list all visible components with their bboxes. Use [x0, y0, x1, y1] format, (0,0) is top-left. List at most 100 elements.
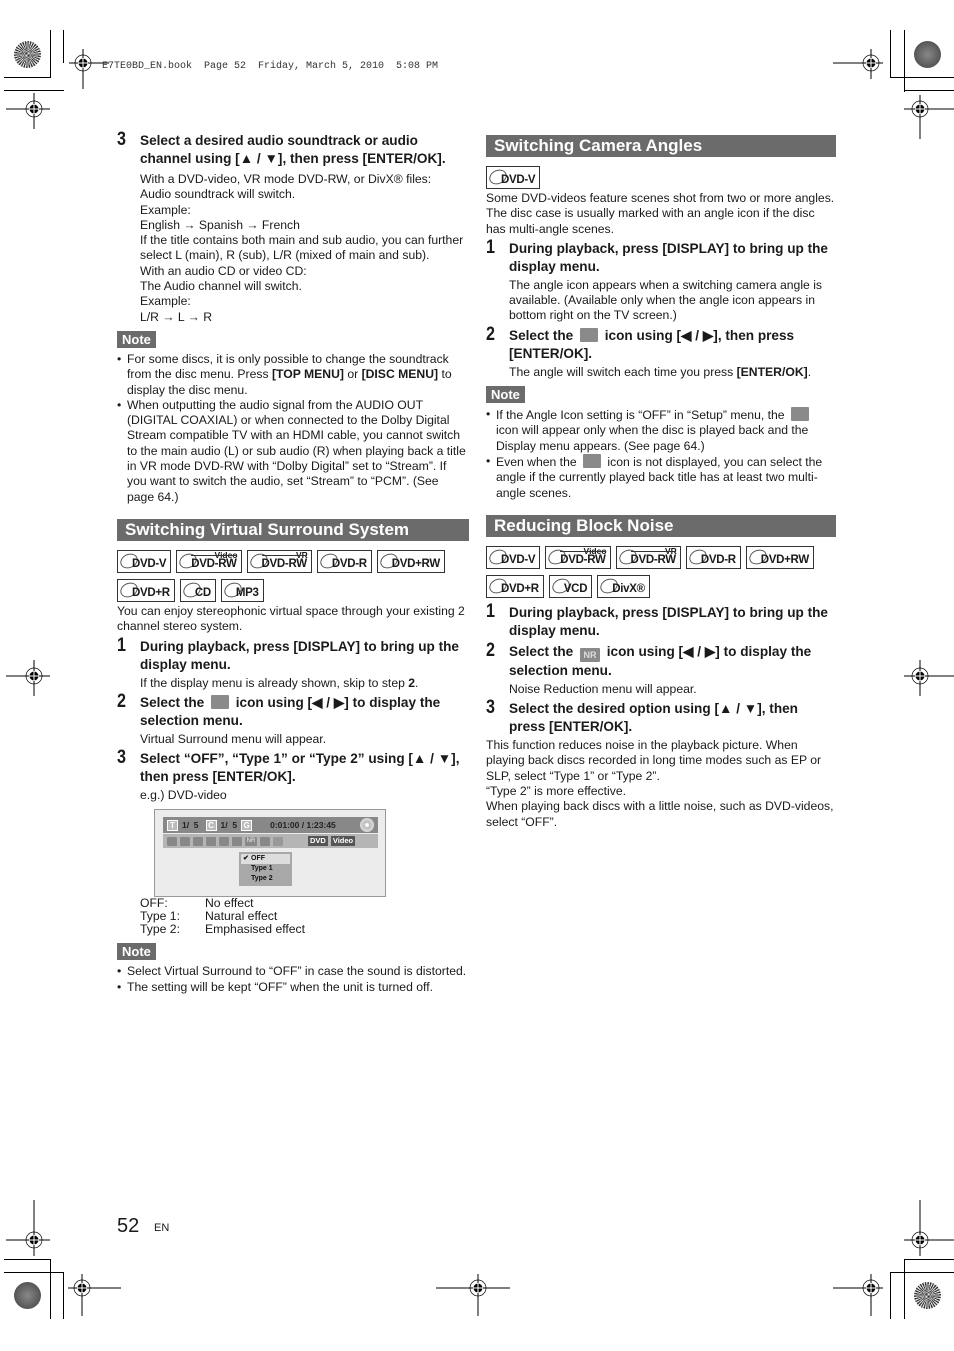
angles-intro: Some DVD-videos feature scenes shot from…: [486, 191, 835, 236]
title-counter: 1/ 5: [182, 820, 199, 831]
key-label: [TOP MENU]: [271, 367, 344, 382]
disc-badges: DVD-V Video DVD-RW VR DVD-RW DVD-R DVD+RW DVD+R…: [486, 545, 836, 598]
step-number: 3: [117, 129, 126, 150]
subtitle-icon: [193, 836, 203, 846]
disc-badge-dvd-r: DVD+R: [486, 574, 544, 598]
badge-label: DVD-R: [700, 553, 736, 566]
badge-label: DVD-V: [132, 557, 167, 570]
key-label: [DISC MENU]: [361, 367, 439, 382]
registration-mark-icon: [68, 1274, 121, 1316]
definition-row: OFF: No effect: [140, 897, 469, 910]
note-label: Note: [117, 330, 156, 348]
disc-badge-dvd-v: DVD-V: [486, 166, 541, 189]
step-number: 2: [117, 690, 126, 712]
search-icon: [167, 836, 177, 846]
badge-label: VCD: [563, 582, 588, 595]
step-number: 3: [486, 697, 495, 719]
angles-step-2: 2 Select the icon using [◀ / ▶], then pr…: [486, 323, 836, 380]
body-line: L/R → L → R: [140, 309, 213, 324]
disc-badge-dvd-r: DVD+R: [117, 578, 175, 602]
badge-label: DVD+RW: [760, 553, 809, 566]
disc-badge-dvd-rw-vr: VR DVD-RW: [615, 545, 681, 569]
zoom-icon: [260, 836, 270, 846]
step-number: 3: [117, 747, 126, 769]
disc-badge-dvd-rw: DVD+RW: [745, 545, 814, 569]
step-number: 2: [486, 323, 495, 345]
time-readout: 0:01:00 / 1:23:45: [270, 820, 336, 831]
registration-mark-icon: [904, 95, 954, 139]
disc-badge-dvd-v: DVD-V: [486, 545, 541, 569]
step-number: 2: [486, 639, 495, 661]
angle-icon: [790, 407, 809, 422]
step-title: Select “OFF”, “Type 1” or “Type 2” using…: [140, 751, 460, 785]
text: If the Angle Icon setting is “OFF” in “S…: [496, 408, 788, 423]
definition-row: Type 1: Natural effect: [140, 910, 469, 923]
option-label: OFF: [251, 855, 265, 863]
color-disc-mark: [14, 41, 41, 68]
text: Select the: [140, 694, 208, 710]
note-block: Note Select Virtual Surround to “OFF” in…: [117, 937, 469, 995]
noise-step-3: 3 Select the desired option using [▲ / ▼…: [486, 697, 836, 736]
virtual-surround-icon: [273, 836, 283, 846]
text: Select the: [509, 327, 577, 343]
angles-step-1: 1 During playback, press [DISPLAY] to br…: [486, 236, 836, 324]
disc-badge-dvd-rw-vr: VR DVD-RW: [246, 549, 312, 573]
step-body: If the display menu is already shown, sk…: [140, 676, 469, 691]
note-list: If the Angle Icon setting is “OFF” in “S…: [486, 407, 836, 501]
display-status-bar: T 1/ 5 C 1/ 5 G 0:01:00 / 1:23:45: [163, 817, 378, 834]
title-icon: T: [167, 819, 178, 831]
option-label: Type 2: [251, 875, 273, 883]
chapter-icon: C: [205, 819, 217, 831]
text: Even when the: [496, 454, 581, 469]
menu-option-type1[interactable]: Type 1: [241, 864, 290, 874]
surround-step-2: 2 Select the icon using [◀ / ▶] to displ…: [117, 690, 469, 747]
disc-icon: [360, 818, 374, 833]
disc-badge-divx: DivX®: [597, 574, 650, 598]
badge-label: DVD-RW: [630, 550, 676, 568]
menu-option-off[interactable]: ✔ OFF: [241, 854, 290, 865]
color-disc-mark: [914, 1282, 941, 1309]
definition-value: Emphasised effect: [205, 921, 306, 936]
dvd-tag: DVD: [308, 836, 328, 847]
noise-description: This function reduces noise in the playb…: [486, 738, 836, 830]
step-title: Select the desired option using [▲ / ▼],…: [509, 701, 798, 735]
disc-badge-dvd-v: DVD-V: [117, 549, 172, 573]
menu-option-type2[interactable]: Type 2: [241, 874, 290, 884]
page-language: EN: [154, 1222, 170, 1234]
text: icon will appear only when the disc is p…: [496, 423, 809, 453]
key-label: [ENTER/OK]: [736, 364, 808, 379]
step-title: During playback, press [DISPLAY] to brin…: [140, 638, 459, 672]
page-number: 52: [117, 1215, 140, 1237]
audio-icon: [180, 836, 190, 846]
display-menu-screenshot: T 1/ 5 C 1/ 5 G 0:01:00 / 1:23:45 NR DVD…: [154, 809, 386, 898]
step-body: Noise Reduction menu will appear.: [509, 681, 697, 696]
noise-reduction-icon: NR: [580, 647, 600, 662]
audio-step-3: 3 Select a desired audio soundtrack or a…: [117, 129, 469, 325]
registration-mark-icon: [6, 660, 50, 696]
note-label: Note: [486, 386, 525, 404]
registration-mark-icon: [6, 93, 50, 129]
paragraph: When playing back discs with a little no…: [486, 799, 834, 829]
note-item: Select Virtual Surround to “OFF” in case…: [117, 964, 469, 980]
section-title-camera-angles: Switching Camera Angles: [486, 135, 836, 157]
badge-label: DVD+R: [132, 586, 170, 599]
registration-mark-icon: [6, 1200, 50, 1256]
text: If the display menu is already shown, sk…: [140, 675, 409, 690]
angle-icon: [583, 453, 602, 468]
chapter-counter: 1/ 5: [220, 820, 238, 831]
surround-step-1: 1 During playback, press [DISPLAY] to br…: [117, 635, 469, 691]
text: .: [415, 675, 419, 690]
step-number: 1: [486, 600, 495, 622]
virtual-surround-icon: [211, 694, 229, 709]
body-line: Audio soundtrack will switch.: [140, 187, 296, 202]
step-title: Select the NR icon using [◀ / ▶] to disp…: [509, 643, 836, 680]
step-title: Select a desired audio soundtrack or aud…: [140, 133, 446, 166]
disc-badge-dvd-rw-video: Video DVD-RW: [545, 545, 611, 569]
step-number: 1: [486, 236, 495, 258]
note-block: Note If the Angle Icon setting is “OFF” …: [486, 380, 836, 501]
time-icon: G: [241, 819, 253, 831]
step-title: During playback, press [DISPLAY] to brin…: [509, 240, 828, 274]
noise-step-2: 2 Select the NR icon using [◀ / ▶] to di…: [486, 639, 836, 697]
body-line: With an audio CD or video CD:: [140, 263, 307, 278]
marker-icon: [232, 836, 242, 846]
